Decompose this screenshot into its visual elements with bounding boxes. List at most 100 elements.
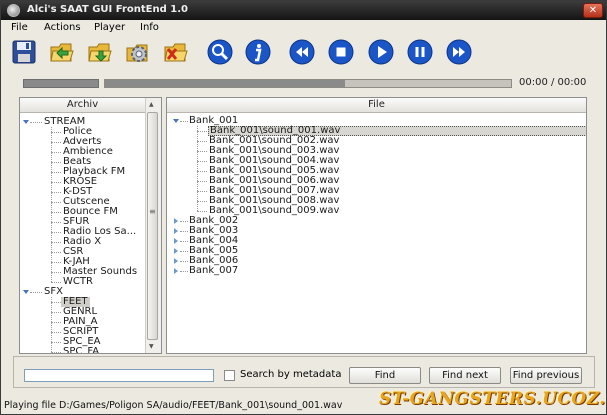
info-icon <box>245 39 271 65</box>
seek-bar-fill <box>105 80 345 87</box>
app-icon[interactable] <box>7 4 20 17</box>
tree-connector <box>51 202 61 203</box>
fast-forward-button[interactable] <box>446 39 472 65</box>
tree-connector <box>197 201 207 202</box>
tree-connector <box>51 172 61 173</box>
menu-info[interactable]: Info <box>140 22 159 33</box>
tree-connector <box>180 121 188 122</box>
tree-connector <box>30 292 42 293</box>
tree-connector <box>51 232 61 233</box>
tree-connector <box>197 126 198 211</box>
player-progress-row: 00:00 / 00:00 <box>1 77 606 91</box>
search-input[interactable] <box>24 369 214 382</box>
tree-connector <box>51 182 61 183</box>
expand-arrow-icon[interactable] <box>23 120 29 124</box>
search-button[interactable] <box>207 39 233 65</box>
seek-bar[interactable] <box>104 79 512 88</box>
info-button[interactable] <box>245 39 271 65</box>
find-next-button[interactable]: Find next <box>429 367 501 384</box>
tree-connector <box>197 151 207 152</box>
tree-connector <box>51 302 61 303</box>
app-window: Alci's SAAT GUI FrontEnd 1.0 ✕ File Acti… <box>0 0 607 415</box>
tree-connector <box>197 161 207 162</box>
tree-connector <box>51 322 61 323</box>
tree-connector <box>51 272 61 273</box>
collapse-arrow-icon[interactable] <box>174 258 178 264</box>
stop-button[interactable] <box>328 39 354 65</box>
tree-connector <box>197 171 207 172</box>
archive-item[interactable]: SPC_FA <box>61 347 101 354</box>
delete-folder-button[interactable] <box>163 39 189 65</box>
find-button[interactable]: Find <box>349 367 421 384</box>
tree-connector <box>51 342 61 343</box>
save-icon <box>12 40 36 64</box>
tree-connector <box>51 222 61 223</box>
settings-button[interactable] <box>125 39 151 65</box>
save-button[interactable] <box>11 39 37 65</box>
tree-connector <box>197 141 207 142</box>
bank-collapsed[interactable]: Bank_007 <box>189 266 238 276</box>
search-icon <box>207 39 233 65</box>
tree-connector <box>51 142 61 143</box>
tree-connector <box>51 192 61 193</box>
rewind-button[interactable] <box>289 39 315 65</box>
time-readout: 00:00 / 00:00 <box>519 77 587 88</box>
gear-folder-icon <box>126 44 148 62</box>
file-header[interactable]: File <box>167 98 586 113</box>
toolbar <box>1 37 606 67</box>
collapse-arrow-icon[interactable] <box>174 228 178 234</box>
find-previous-button[interactable]: Find previous <box>510 367 582 384</box>
add-folder-button[interactable] <box>87 39 113 65</box>
tree-connector <box>180 261 188 262</box>
menu-actions[interactable]: Actions <box>44 22 81 33</box>
metadata-checkbox[interactable] <box>224 370 235 381</box>
archive-item[interactable]: WCTR <box>61 277 95 287</box>
tree-connector <box>51 297 52 352</box>
open-folder-icon <box>50 43 74 62</box>
pause-button[interactable] <box>407 39 433 65</box>
metadata-checkbox-label: Search by metadata <box>240 369 342 380</box>
title-bar[interactable]: Alci's SAAT GUI FrontEnd 1.0 ✕ <box>1 1 606 20</box>
tree-connector <box>51 127 52 282</box>
tree-connector <box>51 262 61 263</box>
tree-connector <box>197 211 207 212</box>
stop-icon <box>328 39 354 65</box>
menu-file[interactable]: File <box>11 22 28 33</box>
collapse-arrow-icon[interactable] <box>174 268 178 274</box>
menu-player[interactable]: Player <box>94 22 125 33</box>
collapse-arrow-icon[interactable] <box>174 238 178 244</box>
archive-pane: Archiv STREAM Police Adverts Ambience Beats P… <box>19 97 162 354</box>
tree-connector <box>51 252 61 253</box>
scroll-up-icon[interactable]: ▲ <box>149 101 154 108</box>
search-bar: Search by metadata Find Find next Find p… <box>13 356 595 388</box>
volume-bar[interactable] <box>23 79 99 88</box>
delete-folder-icon <box>164 43 188 62</box>
collapse-arrow-icon[interactable] <box>174 218 178 224</box>
watermark: ST-GANGSTERS.UCOZ.COM <box>379 389 606 409</box>
tree-connector <box>180 251 188 252</box>
open-archive-button[interactable] <box>49 39 75 65</box>
tree-connector <box>180 271 188 272</box>
play-icon <box>368 39 394 65</box>
collapse-arrow-icon[interactable] <box>174 248 178 254</box>
play-button[interactable] <box>368 39 394 65</box>
expand-arrow-icon[interactable] <box>173 119 179 123</box>
archive-group-sfx[interactable]: SFX <box>44 287 63 297</box>
close-button[interactable]: ✕ <box>583 3 603 18</box>
scroll-thumb[interactable]: ≡ <box>147 112 158 340</box>
menu-bar: File Actions Player Info <box>1 20 606 37</box>
pause-icon <box>407 39 433 65</box>
tree-connector <box>51 352 61 353</box>
tree-connector <box>51 312 61 313</box>
scroll-grip-icon: ≡ <box>149 207 156 216</box>
expand-arrow-icon[interactable] <box>23 290 29 294</box>
tree-connector <box>180 221 188 222</box>
scroll-down-icon[interactable]: ▼ <box>149 343 154 350</box>
tree-connector <box>51 332 61 333</box>
tree-connector <box>197 131 207 132</box>
folder-plus-icon <box>88 43 112 62</box>
archive-header[interactable]: Archiv <box>20 98 145 113</box>
tree-connector <box>51 282 61 283</box>
archive-scrollbar[interactable]: ▲ ≡ ▼ <box>145 98 161 353</box>
tree-connector <box>51 152 61 153</box>
